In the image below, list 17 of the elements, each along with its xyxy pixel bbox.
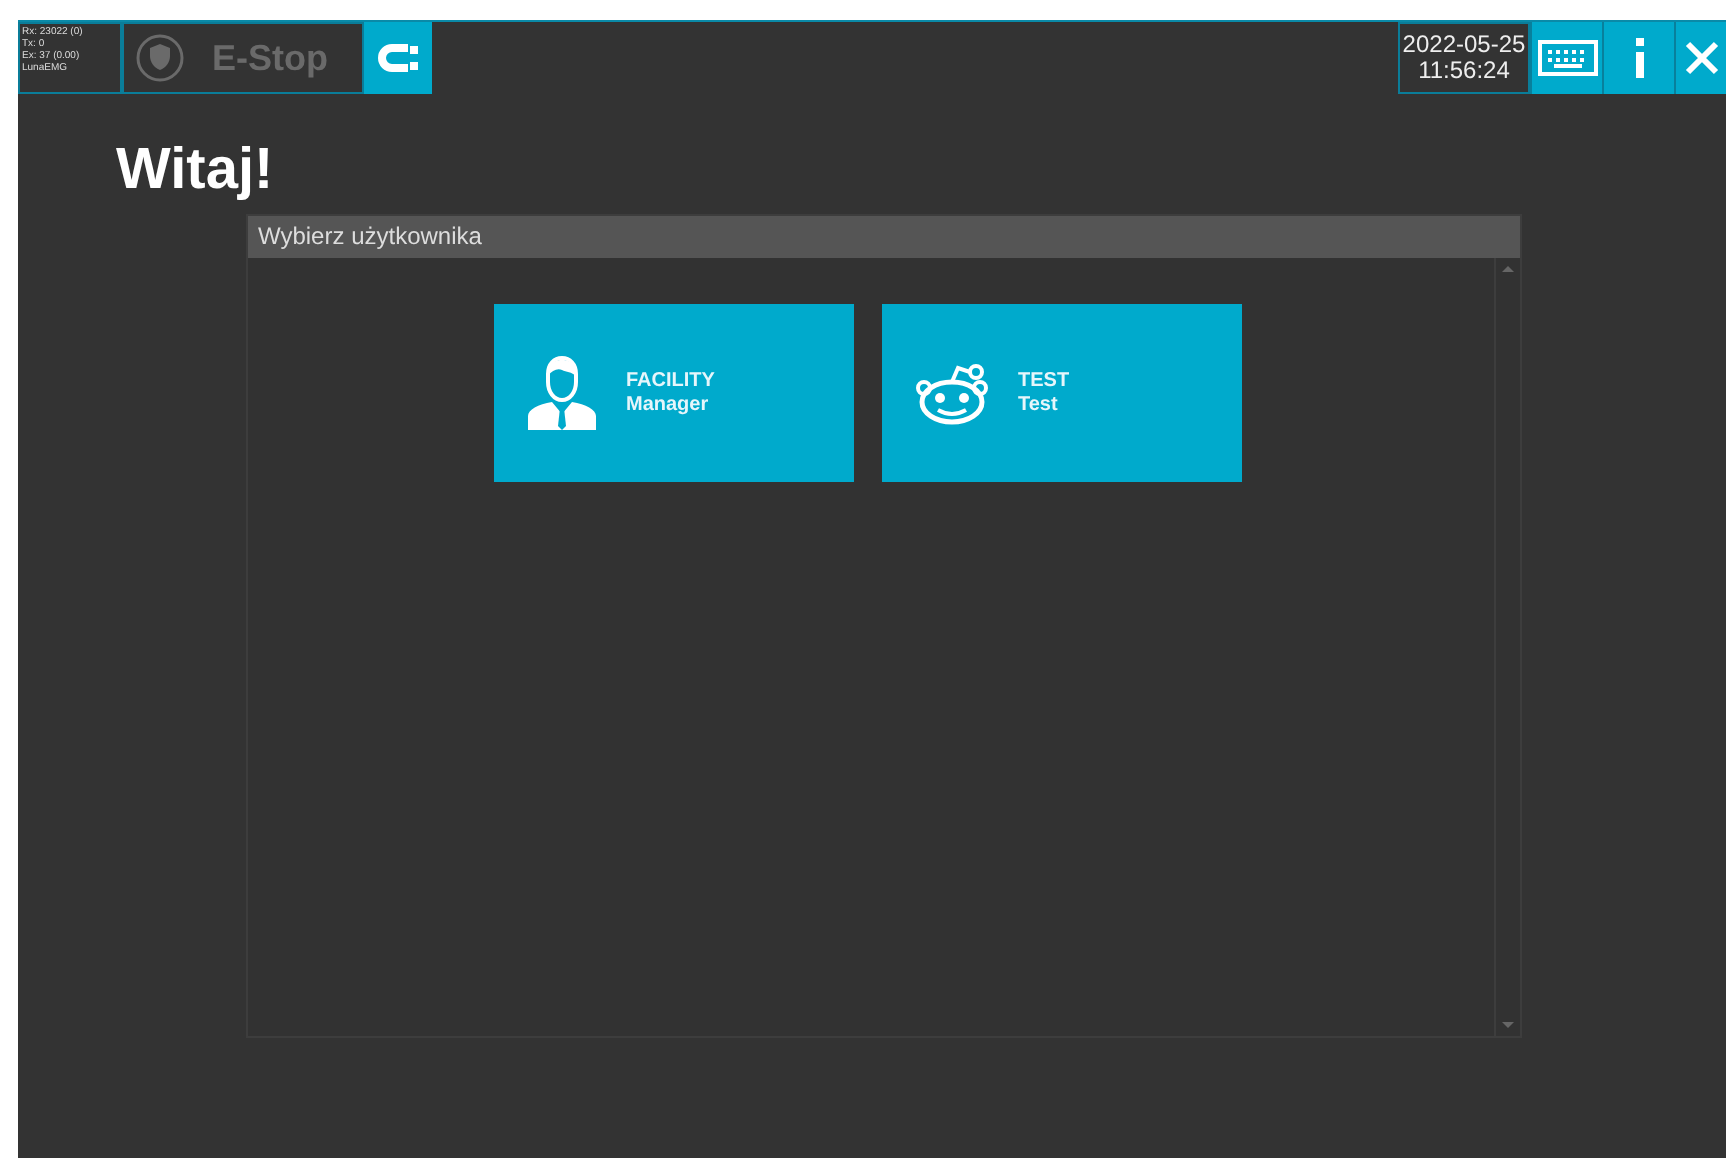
user-tile[interactable]: TEST Test <box>882 304 1242 482</box>
user-tile[interactable]: FACILITY Manager <box>494 304 854 482</box>
date-time: 2022-05-25 11:56:24 <box>1398 22 1530 94</box>
info-icon <box>1631 38 1647 78</box>
close-button[interactable] <box>1674 22 1726 94</box>
keyboard-icon <box>1537 40 1597 76</box>
businessman-icon <box>526 355 598 431</box>
logo-icon <box>364 22 432 94</box>
scroll-down-icon <box>1502 1022 1514 1028</box>
close-icon <box>1683 40 1719 76</box>
greeting-heading: Witaj! <box>116 136 276 206</box>
alien-face-icon <box>914 361 990 425</box>
info-button[interactable] <box>1602 22 1674 94</box>
panel-title: Wybierz użytkownika <box>248 216 1520 258</box>
shield-icon <box>136 34 184 82</box>
scroll-up-icon <box>1502 266 1514 272</box>
keyboard-button[interactable] <box>1530 22 1602 94</box>
